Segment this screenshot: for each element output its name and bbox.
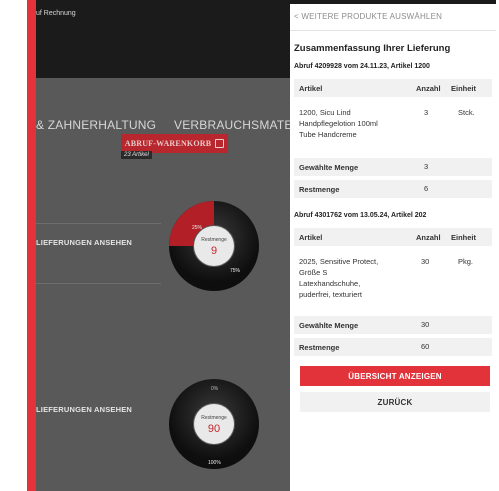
chosen-qty-label: Gewählte Menge [299, 163, 359, 172]
rest-qty-row: Restmenge 6 [294, 180, 492, 198]
table-header-row: Artikel Anzahl Einheit [294, 228, 492, 246]
rest-qty-value: 60 [421, 342, 430, 351]
back-to-products-label: WEITERE PRODUKTE AUSWÄHLEN [301, 12, 443, 21]
accent-bar [27, 0, 36, 491]
chosen-qty-row: Gewählte Menge 3 [294, 158, 492, 176]
donut-pct-top: 25% [192, 225, 203, 231]
article-line: 2025, Sensitive Protect, [299, 257, 379, 266]
donut-label: Restmenge [201, 415, 227, 421]
article-line: Latexhandschuhe, [299, 279, 361, 288]
donut-pct-bottom: 75% [230, 268, 241, 274]
donut-label: Restmenge [201, 237, 227, 243]
donut-value: 9 [211, 245, 217, 257]
donut-pct-bottom: 100% [208, 460, 221, 466]
shopping-bag-icon [215, 139, 225, 148]
panel-title: Zusammenfassung Ihrer Lieferung [294, 43, 451, 54]
remaining-donut-2: Restmenge 90 0% 100% [169, 379, 259, 469]
article-line: Tube Handcreme [299, 130, 357, 139]
order-heading-1: Abruf 4209928 vom 24.11.23, Artikel 1200 [294, 63, 430, 70]
rest-qty-label: Restmenge [299, 343, 340, 352]
unit-value: Pkg. [458, 257, 474, 266]
cart-button-label: ABRUF-WARENKORB [124, 139, 212, 148]
col-unit: Einheit [451, 233, 477, 242]
article-line: puderfrei, texturiert [299, 290, 362, 299]
cart-count-badge: 23 Artikel [121, 151, 152, 159]
article-line: Größe S [299, 268, 328, 277]
top-bar-text: uf Rechnung [36, 10, 76, 17]
screen-frame: uf Rechnung & ZAHNERHALTUNG VERBRAUCHSMA… [0, 0, 499, 491]
donut-value: 90 [208, 423, 220, 435]
col-unit: Einheit [451, 84, 477, 93]
divider [290, 30, 496, 31]
qty-value: 3 [424, 108, 429, 117]
article-line: Handpflegelotion 100ml [299, 119, 378, 128]
view-deliveries-link-2[interactable]: LIEFERUNGEN ANSEHEN [36, 405, 132, 414]
col-qty: Anzahl [416, 84, 441, 93]
table-row: 2025, Sensitive Protect, Größe S Latexha… [294, 250, 492, 306]
delivery-summary-panel: < WEITERE PRODUKTE AUSWÄHLEN Zusammenfas… [290, 4, 496, 491]
chevron-left-icon: < [294, 12, 299, 21]
rest-qty-row: Restmenge 60 [294, 338, 492, 356]
nav-item-zahnerhaltung[interactable]: & ZAHNERHALTUNG [36, 118, 156, 132]
article-line: 1200, Sicu Lind [299, 108, 351, 117]
divider [36, 223, 161, 224]
back-button[interactable]: ZURÜCK [300, 392, 490, 412]
qty-value: 30 [421, 257, 430, 266]
rest-qty-label: Restmenge [299, 185, 340, 194]
chosen-qty-value: 3 [424, 162, 429, 171]
show-overview-button[interactable]: ÜBERSICHT ANZEIGEN [300, 366, 490, 386]
view-deliveries-link-1[interactable]: LIEFERUNGEN ANSEHEN [36, 238, 132, 247]
divider [36, 283, 161, 284]
unit-value: Stck. [458, 108, 475, 117]
table-header-row: Artikel Anzahl Einheit [294, 79, 492, 97]
table-row: 1200, Sicu Lind Handpflegelotion 100ml T… [294, 101, 492, 151]
col-qty: Anzahl [416, 233, 441, 242]
chosen-qty-value: 30 [421, 320, 430, 329]
chosen-qty-label: Gewählte Menge [299, 321, 359, 330]
donut-pct-top: 0% [211, 386, 219, 392]
remaining-donut-1: Restmenge 9 25% 75% [169, 201, 259, 291]
chosen-qty-row: Gewählte Menge 30 [294, 316, 492, 334]
col-article: Artikel [299, 84, 323, 93]
order-heading-2: Abruf 4301762 vom 13.05.24, Artikel 202 [294, 212, 427, 219]
rest-qty-value: 6 [424, 184, 429, 193]
back-to-products-link[interactable]: < WEITERE PRODUKTE AUSWÄHLEN [294, 12, 442, 21]
col-article: Artikel [299, 233, 323, 242]
